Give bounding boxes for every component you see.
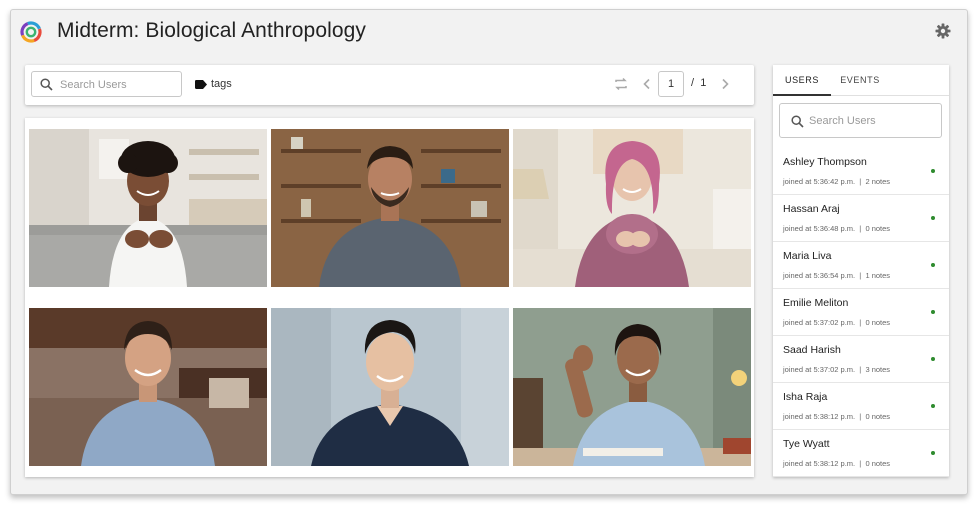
side-tabs: USERS EVENTS	[773, 65, 949, 96]
user-notes-count: 2 notes	[865, 177, 891, 186]
user-joined-time: joined at 5:37:02 p.m.	[783, 365, 856, 374]
grid-toolbar: tags 1 / 1	[25, 65, 754, 105]
participant-video-3[interactable]	[513, 129, 751, 287]
user-list-item[interactable]: Maria Liva joined at 5:36:54 p.m. | 1 no…	[773, 242, 949, 289]
pagination: 1 / 1	[612, 71, 742, 97]
refresh-icon[interactable]	[612, 75, 630, 93]
user-name: Maria Liva	[783, 250, 832, 262]
page-number-input[interactable]: 1	[658, 71, 684, 97]
user-list-item[interactable]: Ashley Thompson joined at 5:36:42 p.m. |…	[773, 148, 949, 195]
page-total: / 1	[691, 77, 706, 89]
user-name: Hassan Araj	[783, 203, 840, 215]
page-title: Midterm: Biological Anthropology	[57, 19, 367, 42]
participant-video-1[interactable]	[29, 129, 267, 287]
tab-users[interactable]: USERS	[773, 65, 831, 96]
online-status-dot	[931, 263, 935, 267]
user-list: Ashley Thompson joined at 5:36:42 p.m. |…	[773, 148, 949, 477]
online-status-dot	[931, 451, 935, 455]
participant-video-4[interactable]	[29, 308, 267, 466]
tag-icon	[195, 80, 207, 89]
app-window: Midterm: Biological Anthropology Search …	[10, 9, 968, 495]
search-input[interactable]	[60, 76, 178, 93]
user-joined-time: joined at 5:38:12 p.m.	[783, 412, 856, 421]
user-name: Emilie Meliton	[783, 297, 849, 309]
participant-video-2[interactable]	[271, 129, 509, 287]
app-logo	[20, 21, 42, 43]
online-status-dot	[931, 404, 935, 408]
user-meta: joined at 5:36:48 p.m. | 0 notes	[783, 224, 891, 233]
user-notes-count: 0 notes	[865, 412, 891, 421]
search-icon	[40, 78, 53, 91]
participant-photo	[513, 129, 751, 287]
user-name: Tye Wyatt	[783, 438, 830, 450]
video-grid	[25, 118, 754, 477]
user-list-item[interactable]: Emilie Meliton joined at 5:37:02 p.m. | …	[773, 289, 949, 336]
user-notes-count: 0 notes	[865, 224, 891, 233]
online-status-dot	[931, 169, 935, 173]
user-list-item[interactable]: Isha Raja joined at 5:38:12 p.m. | 0 not…	[773, 383, 949, 430]
side-search-input[interactable]	[809, 113, 937, 129]
user-notes-count: 1 notes	[865, 271, 891, 280]
user-list-item[interactable]: Tye Wyatt joined at 5:38:12 p.m. | 0 not…	[773, 430, 949, 477]
side-user-search[interactable]	[779, 103, 942, 138]
participant-photo	[271, 308, 509, 466]
user-joined-time: joined at 5:36:42 p.m.	[783, 177, 856, 186]
user-meta: joined at 5:38:12 p.m. | 0 notes	[783, 459, 891, 468]
online-status-dot	[931, 310, 935, 314]
user-meta: joined at 5:36:54 p.m. | 1 notes	[783, 271, 891, 280]
participant-video-5[interactable]	[271, 308, 509, 466]
page-separator: /	[691, 77, 695, 89]
tab-events[interactable]: EVENTS	[831, 65, 889, 96]
user-joined-time: joined at 5:36:54 p.m.	[783, 271, 856, 280]
tags-label: tags	[211, 78, 232, 90]
user-list-item[interactable]: Saad Harish joined at 5:37:02 p.m. | 3 n…	[773, 336, 949, 383]
user-name: Ashley Thompson	[783, 156, 867, 168]
user-meta: joined at 5:36:42 p.m. | 2 notes	[783, 177, 891, 186]
user-notes-count: 3 notes	[865, 365, 891, 374]
user-meta: joined at 5:37:02 p.m. | 3 notes	[783, 365, 891, 374]
user-meta: joined at 5:37:02 p.m. | 0 notes	[783, 318, 891, 327]
user-name: Isha Raja	[783, 391, 828, 403]
user-name: Saad Harish	[783, 344, 841, 356]
app-header: Midterm: Biological Anthropology	[11, 10, 967, 56]
online-status-dot	[931, 357, 935, 361]
participant-photo	[29, 129, 267, 287]
total-pages: 1	[700, 77, 707, 89]
search-icon	[791, 115, 804, 128]
gear-icon[interactable]	[935, 23, 951, 39]
online-status-dot	[931, 216, 935, 220]
user-meta: joined at 5:38:12 p.m. | 0 notes	[783, 412, 891, 421]
user-joined-time: joined at 5:36:48 p.m.	[783, 224, 856, 233]
side-panel: USERS EVENTS Ashley Thompson joined at 5…	[773, 65, 949, 477]
chevron-right-icon[interactable]	[716, 75, 734, 93]
participant-photo	[513, 308, 751, 466]
user-search[interactable]	[31, 71, 182, 97]
user-list-item[interactable]: Hassan Araj joined at 5:36:48 p.m. | 0 n…	[773, 195, 949, 242]
participant-photo	[29, 308, 267, 466]
user-joined-time: joined at 5:38:12 p.m.	[783, 459, 856, 468]
chevron-left-icon[interactable]	[638, 75, 656, 93]
participant-photo	[271, 129, 509, 287]
participant-video-6[interactable]	[513, 308, 751, 466]
user-notes-count: 0 notes	[865, 459, 891, 468]
user-joined-time: joined at 5:37:02 p.m.	[783, 318, 856, 327]
user-notes-count: 0 notes	[865, 318, 891, 327]
